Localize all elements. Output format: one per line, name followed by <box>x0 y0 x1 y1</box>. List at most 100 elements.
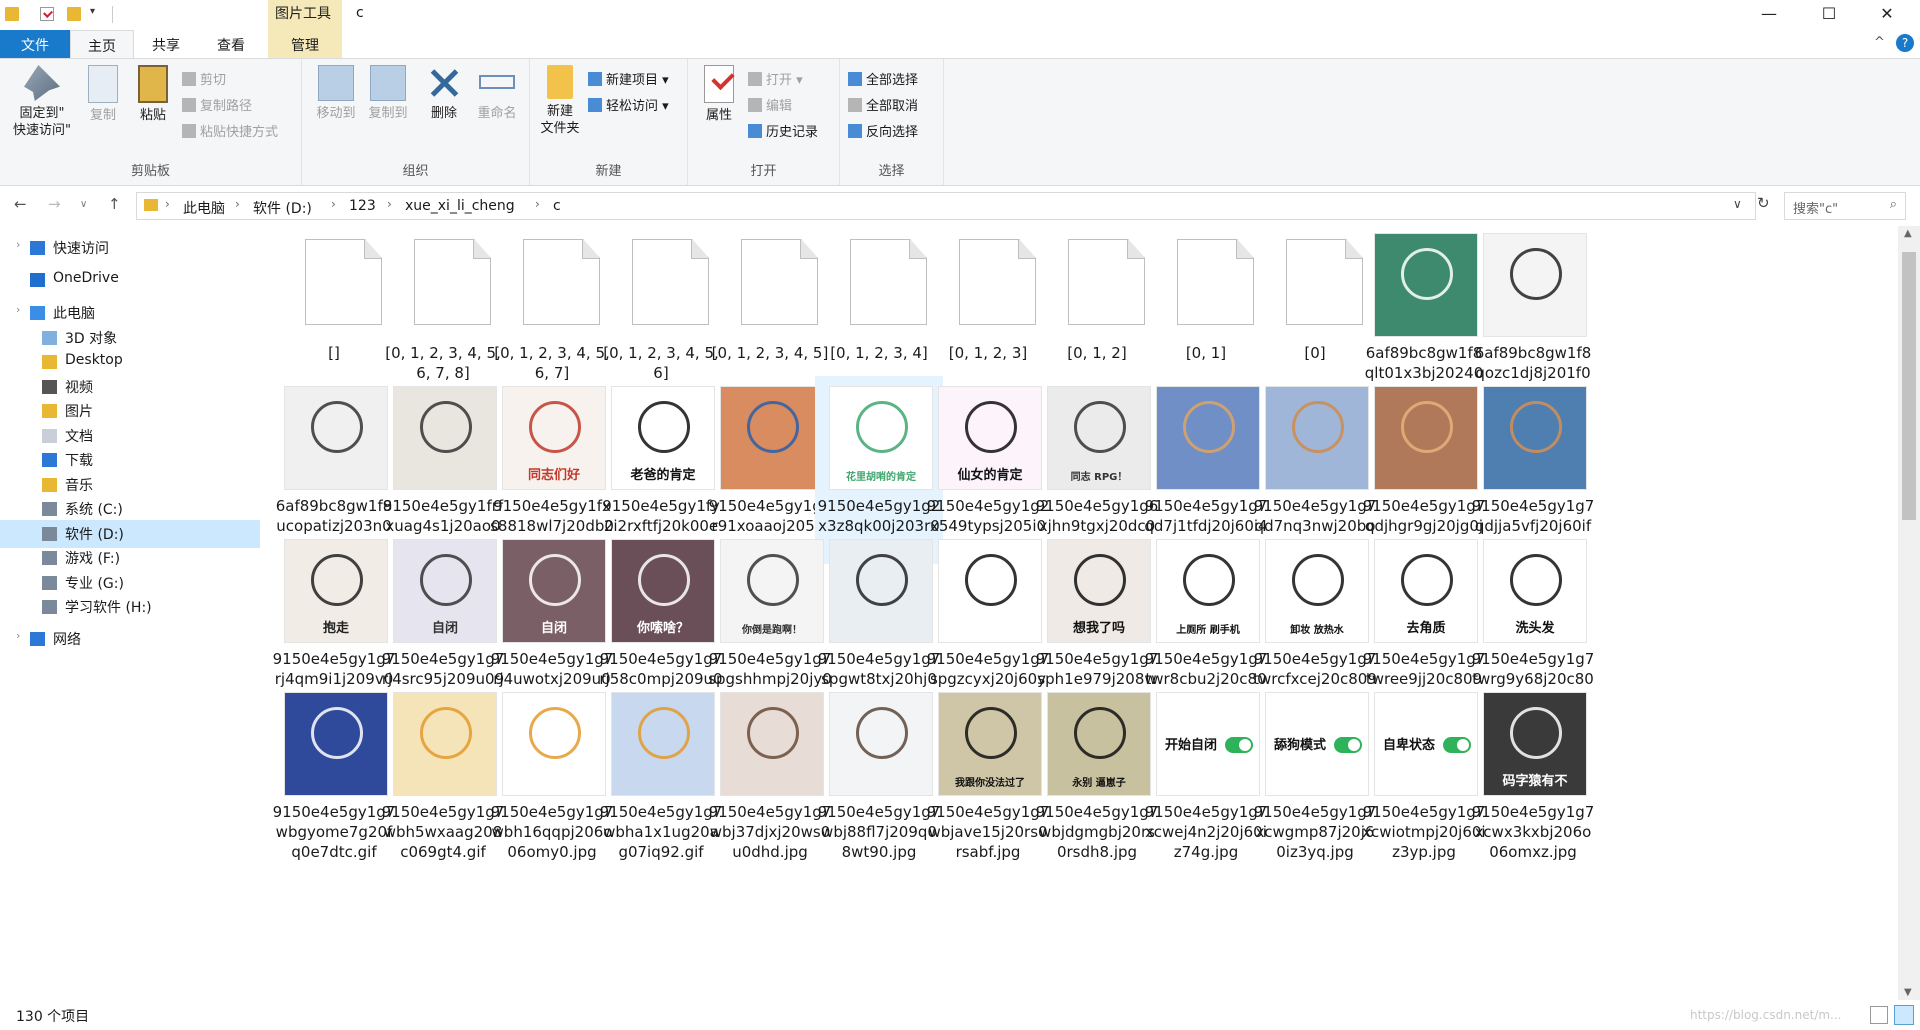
tab-manage[interactable]: 管理 <box>268 30 342 58</box>
large-icons-view-button[interactable] <box>1894 1005 1914 1025</box>
sidebar-item-desktop-folder[interactable]: Desktop <box>0 348 260 376</box>
scrollbar-thumb[interactable] <box>1902 252 1916 520</box>
cut-button[interactable]: 剪切 <box>182 69 226 88</box>
move-to-label: 移动到 <box>316 106 356 121</box>
chevron-right-icon[interactable]: › <box>16 303 20 316</box>
thumbnail-caption: 开始自闭 <box>1165 738 1218 753</box>
breadcrumb-xue-xi-li-cheng[interactable]: xue_xi_li_cheng <box>405 198 515 214</box>
copy-button[interactable]: 复制 <box>80 65 126 124</box>
thumbnail-figure <box>747 554 799 606</box>
thumbnail-figure <box>747 401 799 453</box>
address-history-dropdown[interactable]: ∨ <box>1733 197 1742 211</box>
search-input[interactable]: 搜索"c" ⌕ <box>1784 192 1906 220</box>
scroll-down-arrow[interactable]: ▼ <box>1904 987 1912 998</box>
image-thumbnail: 卸妆 放热水 <box>1265 539 1369 643</box>
history-button[interactable]: 历史记录 <box>748 121 818 140</box>
toggle-knob <box>1239 739 1251 751</box>
delete-button[interactable]: 删除 <box>420 65 468 122</box>
copy-to-button[interactable]: 复制到 <box>362 65 414 122</box>
maximize-button[interactable]: ☐ <box>1802 0 1856 30</box>
new-item-button[interactable]: 新建项目 ▾ <box>588 69 669 88</box>
refresh-icon[interactable]: ↻ <box>1757 194 1770 212</box>
tab-file[interactable]: 文件 <box>0 30 70 58</box>
paste-shortcut-button[interactable]: 粘贴快捷方式 <box>182 121 278 140</box>
select-none-button[interactable]: 全部取消 <box>848 95 918 114</box>
image-thumbnail: 你倒是跑啊！ <box>720 539 824 643</box>
chevron-right-icon[interactable]: › <box>16 629 20 642</box>
sidebar-item-pictures[interactable]: 图片 <box>0 397 260 425</box>
drive-h-icon <box>42 600 57 614</box>
minimize-button[interactable]: — <box>1742 0 1796 30</box>
rename-label: 重命名 <box>477 106 517 121</box>
sidebar-item-label: 学习软件 (H:) <box>65 600 152 616</box>
image-thumbnail: 洗头发 <box>1483 539 1587 643</box>
sidebar-item-star[interactable]: › 快速访问 <box>0 234 260 262</box>
thumbnail-caption: 去角质 <box>1406 621 1446 636</box>
properties-button[interactable]: 属性 <box>694 65 744 124</box>
forward-button[interactable]: → <box>48 195 61 213</box>
rename-button[interactable]: 重命名 <box>470 65 524 122</box>
file-item-image[interactable]: 码字猿有不 9150e4e5gy1g7xcwx3kxbj206o06omxz.jp… <box>1469 682 1597 870</box>
collapse-ribbon-icon[interactable]: ^ <box>1874 35 1885 50</box>
details-view-button[interactable] <box>1870 1006 1888 1024</box>
help-icon[interactable]: ? <box>1896 34 1914 52</box>
thumbnail-caption: 码字猿有不 <box>1502 774 1568 789</box>
tab-view[interactable]: 查看 <box>198 30 264 58</box>
open-button[interactable]: 打开 ▾ <box>748 69 803 88</box>
blank-file-icon <box>741 239 818 325</box>
easy-access-button[interactable]: 轻松访问 ▾ <box>588 95 669 114</box>
paste-button[interactable]: 粘贴 <box>130 65 176 124</box>
vertical-scrollbar[interactable]: ▲ ▼ <box>1898 226 1920 1000</box>
sidebar-item-computer[interactable]: › 此电脑 <box>0 299 260 327</box>
breadcrumb-this-pc[interactable]: 此电脑 <box>183 198 225 218</box>
chevron-right-icon[interactable]: › <box>16 238 20 251</box>
sidebar-item-drive-f[interactable]: 游戏 (F:) <box>0 544 260 572</box>
sidebar-item-drive-c[interactable]: 系统 (C:) <box>0 495 260 523</box>
breadcrumb-separator[interactable]: › <box>165 197 170 211</box>
copy-path-button[interactable]: 复制路径 <box>182 95 252 114</box>
tab-share[interactable]: 共享 <box>134 30 198 58</box>
move-to-button[interactable]: 移动到 <box>310 65 362 122</box>
address-bar[interactable]: › 此电脑 › 软件 (D:) › 123 › xue_xi_li_cheng … <box>136 192 1756 220</box>
scroll-up-arrow[interactable]: ▲ <box>1904 228 1912 239</box>
thumbnail-figure <box>747 707 799 759</box>
edit-button[interactable]: 编辑 <box>748 95 792 114</box>
up-button[interactable]: ↑ <box>108 195 121 213</box>
sidebar-item-cloud[interactable]: OneDrive <box>0 266 260 294</box>
thumbnail-caption: 舔狗模式 <box>1274 738 1327 753</box>
breadcrumb-separator[interactable]: › <box>235 197 240 211</box>
thumbnail-figure <box>965 401 1017 453</box>
history-icon <box>748 124 762 138</box>
breadcrumb-separator[interactable]: › <box>387 197 392 211</box>
select-all-button[interactable]: 全部选择 <box>848 69 918 88</box>
recent-locations-button[interactable]: ∨ <box>80 199 87 210</box>
new-folder-quick-icon[interactable] <box>67 7 81 21</box>
back-button[interactable]: ← <box>14 195 27 213</box>
properties-quick-icon[interactable] <box>40 7 54 21</box>
quick-access-toolbar-dropdown[interactable]: ▾ <box>90 6 95 17</box>
blank-file-icon <box>523 239 600 325</box>
close-button[interactable]: ✕ <box>1860 0 1914 30</box>
sidebar-item-drive-h[interactable]: 学习软件 (H:) <box>0 593 260 621</box>
file-name: 9150e4e5gy1g7xcwx3kxbj206o06omxz.jpg <box>1471 803 1595 861</box>
sidebar-item-label: 3D 对象 <box>65 331 118 347</box>
pictures-icon <box>42 404 57 418</box>
thumbnail-figure <box>529 401 581 453</box>
breadcrumb-c[interactable]: c <box>553 198 561 214</box>
sidebar-item-network[interactable]: › 网络 <box>0 625 260 653</box>
tab-home[interactable]: 主页 <box>70 30 134 58</box>
sidebar-item-label: OneDrive <box>53 270 119 286</box>
thumbnail-figure <box>1074 707 1126 759</box>
sidebar-item-download[interactable]: 下载 <box>0 446 260 474</box>
new-folder-button[interactable]: 新建 文件夹 <box>534 65 586 137</box>
thumbnail-figure <box>638 401 690 453</box>
breadcrumb-drive-d[interactable]: 软件 (D:) <box>253 198 312 218</box>
breadcrumb-separator[interactable]: › <box>331 197 336 211</box>
search-icon[interactable]: ⌕ <box>1890 197 1897 212</box>
pin-to-quick-access-button[interactable]: 固定到" 快速访问" <box>6 65 78 139</box>
watermark: https://blog.csdn.net/m... <box>1690 1008 1842 1022</box>
window-title: c <box>356 5 364 21</box>
invert-selection-button[interactable]: 反向选择 <box>848 121 918 140</box>
breadcrumb-separator[interactable]: › <box>535 197 540 211</box>
breadcrumb-123[interactable]: 123 <box>349 198 376 214</box>
